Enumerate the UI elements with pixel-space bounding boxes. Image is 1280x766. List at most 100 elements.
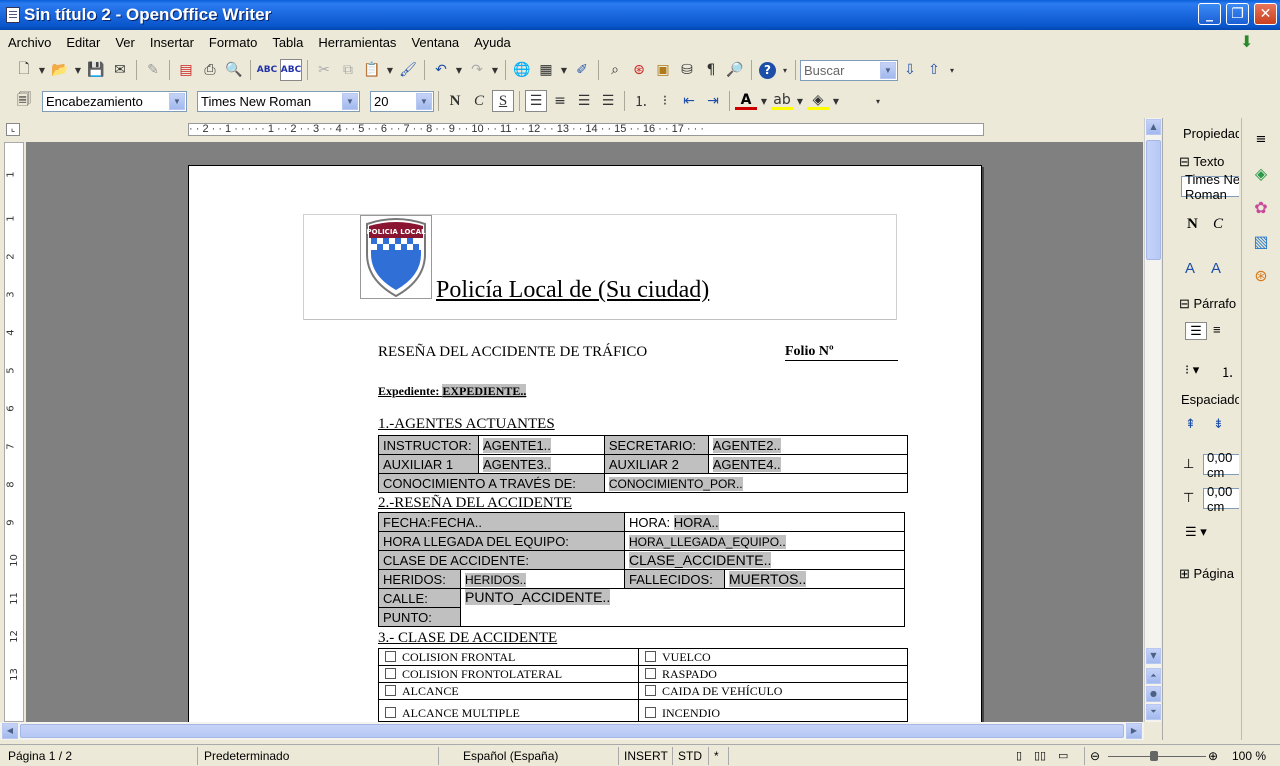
checkbox-raspado[interactable] <box>645 667 656 679</box>
bold-button[interactable]: N <box>444 90 466 112</box>
checkbox-colision-frontolateral[interactable] <box>385 667 396 679</box>
menu-ver[interactable]: Ver <box>115 35 135 50</box>
clase-field[interactable]: CLASE_ACCIDENTE.. <box>629 552 772 568</box>
styles-deck-icon[interactable]: ✿ <box>1250 196 1272 218</box>
minimize-button[interactable]: _ <box>1198 3 1221 25</box>
update-download-icon[interactable]: ⬇ <box>1240 32 1253 52</box>
status-selection-mode[interactable]: STD <box>678 749 702 763</box>
align-center-icon[interactable]: ≡ <box>549 90 571 112</box>
sidebar-section-texto[interactable]: ⊟ Texto <box>1179 154 1224 170</box>
chevron-down-icon[interactable]: ▼ <box>169 92 185 110</box>
sidebar-bullets-icon[interactable]: ⁝ ▾ <box>1185 362 1199 378</box>
decrease-indent-icon[interactable]: ⇤ <box>678 90 700 112</box>
vertical-scroll-thumb[interactable] <box>1146 140 1161 260</box>
search-field[interactable]: Buscar ▼ <box>800 59 898 81</box>
navigator-deck-icon[interactable]: ⊛ <box>1250 264 1272 286</box>
police-logo[interactable]: POLICIA LOCAL <box>360 215 432 299</box>
next-page-icon[interactable]: ⏷ <box>1146 704 1161 720</box>
checkbox-caida-vehiculo[interactable] <box>645 684 656 696</box>
menu-editar[interactable]: Editar <box>66 35 100 50</box>
zoom-out-icon[interactable]: ⊖ <box>1090 749 1100 763</box>
open-dropdown-icon[interactable]: ▼ <box>73 59 83 81</box>
line-spacing-icon[interactable]: ☰ ▾ <box>1185 524 1207 540</box>
gallery-icon[interactable]: ▣ <box>652 59 674 81</box>
table-icon[interactable]: ▦ <box>535 59 557 81</box>
font-name-select[interactable]: Times New Roman ▼ <box>197 90 360 112</box>
fecha-field[interactable]: FECHA.. <box>431 515 482 530</box>
status-page-style[interactable]: Predeterminado <box>204 749 289 763</box>
copy-icon[interactable]: ⧉ <box>337 59 359 81</box>
writer-app-icon[interactable] <box>6 7 20 23</box>
maximize-button[interactable]: ❐ <box>1226 3 1249 25</box>
status-insert-mode[interactable]: INSERT <box>624 749 668 763</box>
page-header[interactable]: POLICIA LOCAL Policía Local de (Su ciuda… <box>303 214 897 320</box>
document-page[interactable]: POLICIA LOCAL Policía Local de (Su ciuda… <box>188 165 982 722</box>
export-pdf-icon[interactable]: ▤ <box>175 59 197 81</box>
zoom-slider-thumb[interactable] <box>1150 751 1158 761</box>
highlighting-icon[interactable]: ab <box>771 92 793 110</box>
instructor-field[interactable]: AGENTE1.. <box>482 437 551 453</box>
menu-archivo[interactable]: Archivo <box>8 35 51 50</box>
toolbar-options-icon[interactable]: ▾ <box>780 59 790 81</box>
auxiliar2-field[interactable]: AGENTE4.. <box>712 456 781 472</box>
checkbox-colision-frontal[interactable] <box>385 650 396 662</box>
menu-ayuda[interactable]: Ayuda <box>474 35 511 50</box>
font-size-select[interactable]: 20 ▼ <box>370 90 434 112</box>
undo-dropdown-icon[interactable]: ▼ <box>454 59 464 81</box>
chevron-down-icon[interactable]: ▼ <box>416 92 432 110</box>
print-preview-icon[interactable]: 🔍 <box>223 59 245 81</box>
bullets-icon[interactable]: ⁝ <box>654 90 676 112</box>
secretario-field[interactable]: AGENTE2.. <box>712 437 781 453</box>
sidebar-align-center-icon[interactable]: ≡ <box>1213 322 1221 337</box>
find-previous-icon[interactable]: ⇧ <box>923 59 945 81</box>
draw-functions-icon[interactable]: ✐ <box>571 59 593 81</box>
decrease-spacing-icon[interactable]: ⇟ <box>1213 416 1224 432</box>
fallecidos-field[interactable]: MUERTOS.. <box>729 571 807 587</box>
auxiliar1-field[interactable]: AGENTE3.. <box>482 456 551 472</box>
data-sources-icon[interactable]: ⛁ <box>676 59 698 81</box>
italic-button[interactable]: C <box>468 90 490 112</box>
underline-button[interactable]: S <box>492 90 514 112</box>
background-color-icon[interactable]: ◈ <box>807 92 829 110</box>
chevron-down-icon[interactable]: ▼ <box>880 61 896 79</box>
close-button[interactable]: ✕ <box>1254 3 1277 25</box>
horizontal-scrollbar[interactable]: ◀ ▶ <box>0 722 1144 740</box>
sidebar-numbering-icon[interactable]: ⒈ <box>1221 362 1234 381</box>
undo-icon[interactable]: ↶ <box>430 59 452 81</box>
font-color-icon[interactable]: A <box>735 92 757 110</box>
spacing-above-field[interactable]: 0,00 cm <box>1203 450 1239 480</box>
shrink-font-icon[interactable]: A <box>1211 260 1221 277</box>
checkbox-alcance[interactable] <box>385 684 396 696</box>
new-document-icon[interactable]: 🗋 <box>13 59 35 81</box>
spellcheck-icon[interactable]: ABC <box>256 59 278 81</box>
email-icon[interactable]: ✉ <box>109 59 131 81</box>
status-page[interactable]: Página 1 / 2 <box>8 749 72 763</box>
heridos-field[interactable]: HERIDOS.. <box>465 572 527 587</box>
zoom-icon[interactable]: 🔎 <box>724 59 746 81</box>
scroll-down-icon[interactable]: ▼ <box>1146 648 1161 664</box>
document-area[interactable]: POLICIA LOCAL Policía Local de (Su ciuda… <box>26 142 1143 722</box>
properties-deck-icon[interactable]: ◈ <box>1250 162 1272 184</box>
edit-file-icon[interactable]: ✎ <box>142 59 164 81</box>
menu-herramientas[interactable]: Herramientas <box>318 35 396 50</box>
spacing-below-field[interactable]: 0,00 cm <box>1203 484 1239 514</box>
scroll-right-icon[interactable]: ▶ <box>1126 723 1142 739</box>
sidebar-align-left-icon[interactable]: ☰ <box>1185 322 1207 340</box>
menu-insertar[interactable]: Insertar <box>150 35 194 50</box>
table-dropdown-icon[interactable]: ▼ <box>559 59 569 81</box>
redo-dropdown-icon[interactable]: ▼ <box>490 59 500 81</box>
checkbox-alcance-multiple[interactable] <box>385 707 396 718</box>
find-replace-icon[interactable]: ⌕ <box>604 59 626 81</box>
scroll-left-icon[interactable]: ◀ <box>2 723 18 739</box>
find-next-icon[interactable]: ⇩ <box>899 59 921 81</box>
navigator-icon[interactable]: ⊛ <box>628 59 650 81</box>
sidebar-section-parrafo[interactable]: ⊟ Párrafo <box>1179 296 1236 312</box>
sidebar-bold-button[interactable]: N <box>1187 216 1198 233</box>
vertical-scrollbar[interactable]: ▲ ▼ ⏶ ● ⏷ <box>1144 118 1161 722</box>
format-toolbar-options-icon[interactable]: ▾ <box>873 90 883 112</box>
horizontal-scroll-thumb[interactable] <box>20 724 1124 738</box>
help-icon[interactable]: ? <box>759 61 776 79</box>
clone-formatting-icon[interactable]: 🖌 <box>397 59 419 81</box>
vertical-ruler[interactable]: 1 1 2 3 4 5 6 7 8 9 10 11 12 13 <box>4 142 24 722</box>
llegada-field[interactable]: HORA_LLEGADA_EQUIPO.. <box>629 534 786 549</box>
